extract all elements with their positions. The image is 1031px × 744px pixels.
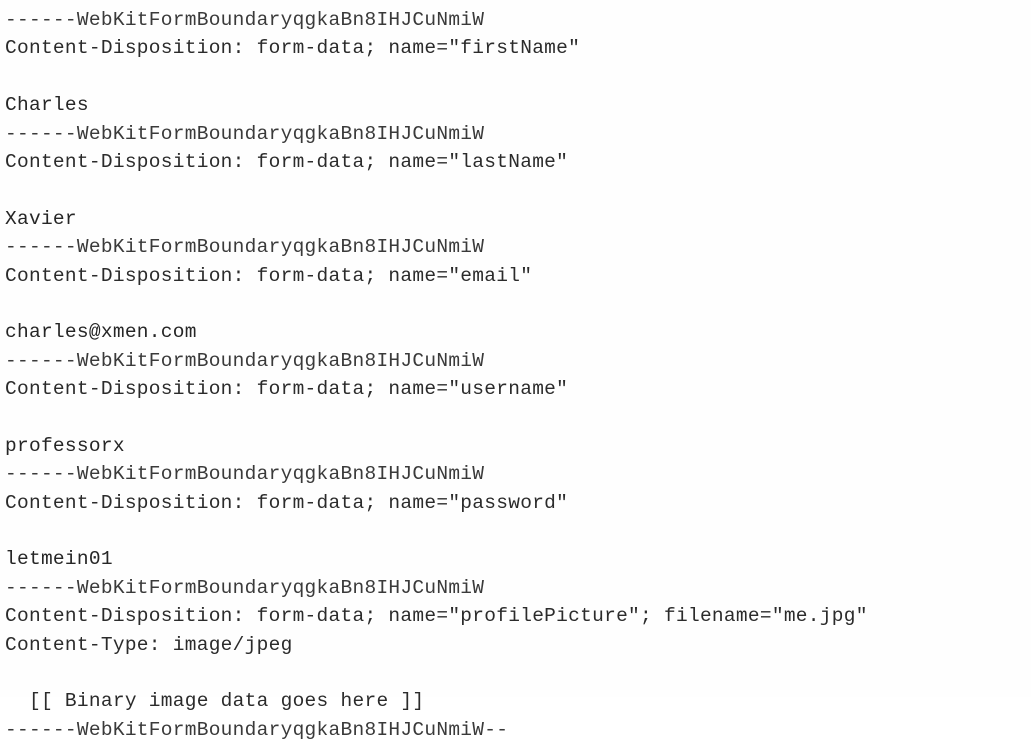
multipart-body-listing: ------WebKitFormBoundaryqgkaBn8IHJCuNmiW… [5, 6, 1031, 744]
listing-line-header: Content-Disposition: form-data; name="la… [5, 150, 569, 173]
listing-line-header: Content-Disposition: form-data; name="us… [5, 378, 569, 401]
listing-line-boundary: ------WebKitFormBoundaryqgkaBn8IHJCuNmiW [5, 349, 485, 372]
listing-line-value: professorx [5, 434, 125, 457]
listing-line-value: Xavier [5, 207, 77, 230]
listing-line-header: Content-Disposition: form-data; name="fi… [5, 37, 581, 60]
listing-line-boundary: ------WebKitFormBoundaryqgkaBn8IHJCuNmiW [5, 576, 485, 599]
listing-line-value: Charles [5, 94, 89, 117]
listing-line-header: Content-Disposition: form-data; name="pr… [5, 605, 868, 628]
listing-line-value: letmein01 [5, 548, 113, 571]
listing-line-header: Content-Disposition: form-data; name="pa… [5, 491, 569, 514]
listing-line-boundary: ------WebKitFormBoundaryqgkaBn8IHJCuNmiW [5, 236, 485, 259]
document-page: ------WebKitFormBoundaryqgkaBn8IHJCuNmiW… [0, 0, 1031, 741]
listing-line-header: Content-Disposition: form-data; name="em… [5, 264, 533, 287]
listing-line-value: charles@xmen.com [5, 321, 197, 344]
listing-line-boundary: ------WebKitFormBoundaryqgkaBn8IHJCuNmiW [5, 463, 485, 486]
listing-line-boundary: ------WebKitFormBoundaryqgkaBn8IHJCuNmiW [5, 9, 485, 31]
listing-line-binary: [[ Binary image data goes here ]] [5, 690, 425, 713]
listing-line-header: Content-Type: image/jpeg [5, 633, 293, 656]
listing-line-boundary: ------WebKitFormBoundaryqgkaBn8IHJCuNmiW… [5, 718, 509, 741]
listing-line-boundary: ------WebKitFormBoundaryqgkaBn8IHJCuNmiW [5, 122, 485, 145]
